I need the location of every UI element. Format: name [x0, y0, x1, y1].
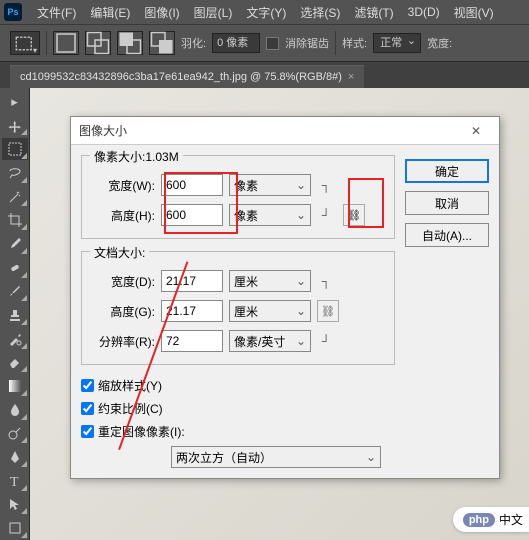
menu-view[interactable]: 视图(V)	[447, 4, 501, 21]
auto-button[interactable]: 自动(A)...	[405, 223, 489, 247]
pixel-dimensions-legend: 像素大小:1.03M	[90, 148, 183, 165]
selection-mode-intersect-icon[interactable]	[149, 31, 175, 55]
feather-input[interactable]: 0 像素	[212, 33, 260, 53]
selection-mode-new-icon[interactable]	[53, 31, 79, 55]
pixel-width-unit-select[interactable]: 像素	[229, 174, 311, 196]
eraser-tool-icon[interactable]	[2, 352, 28, 374]
menu-file[interactable]: 文件(F)	[30, 4, 83, 21]
menu-bar: Ps 文件(F) 编辑(E) 图像(I) 图层(L) 文字(Y) 选择(S) 滤…	[0, 0, 529, 24]
interpolation-select[interactable]: 两次立方（自动）	[171, 446, 381, 468]
type-tool-icon[interactable]: T	[2, 470, 28, 492]
doc-width-unit-select[interactable]: 厘米	[229, 270, 311, 292]
watermark-text: 中文	[499, 511, 523, 528]
style-select[interactable]: 正常	[373, 33, 421, 53]
tab-toggle-icon[interactable]: ▸	[2, 91, 28, 113]
stamp-tool-icon[interactable]	[2, 304, 28, 326]
brush-tool-icon[interactable]	[2, 281, 28, 303]
document-tab-title: cd1099532c83432896c3ba17e61ea942_th.jpg …	[20, 71, 342, 83]
pixel-dimensions-group: 像素大小:1.03M 宽度(W): 像素 ┐ 高度(H): 像素 ┘ ⛓	[81, 155, 395, 239]
eyedropper-tool-icon[interactable]	[2, 233, 28, 255]
resolution-label: 分辨率(R):	[90, 333, 155, 350]
gradient-tool-icon[interactable]	[2, 375, 28, 397]
doc-height-label: 高度(G):	[90, 303, 155, 320]
selection-mode-add-icon[interactable]	[85, 31, 111, 55]
bracket-icon: ┐	[317, 178, 335, 192]
menu-layer[interactable]: 图层(L)	[187, 4, 240, 21]
tool-preset-picker[interactable]	[10, 31, 40, 55]
shape-tool-icon[interactable]	[2, 517, 28, 539]
marquee-tool-icon[interactable]	[2, 138, 28, 160]
dialog-titlebar[interactable]: 图像大小 ✕	[71, 117, 499, 145]
pixel-height-label: 高度(H):	[90, 207, 155, 224]
pixel-height-unit-select[interactable]: 像素	[229, 204, 311, 226]
bracket-icon: ┘	[317, 208, 335, 222]
tools-panel: ▸ T	[0, 88, 30, 540]
pixel-width-input[interactable]	[161, 174, 223, 196]
document-size-group: 文档大小: 宽度(D): 厘米 ┐ 高度(G): 厘米 ⛓ 分辨率(R): 像素…	[81, 251, 395, 365]
php-badge-icon: php	[463, 513, 495, 527]
menu-image[interactable]: 图像(I)	[137, 4, 186, 21]
resolution-input[interactable]	[161, 330, 223, 352]
separator	[46, 31, 47, 55]
scale-styles-checkbox[interactable]	[81, 379, 94, 392]
pixel-height-input[interactable]	[161, 204, 223, 226]
menu-filter[interactable]: 滤镜(T)	[347, 4, 400, 21]
blur-tool-icon[interactable]	[2, 399, 28, 421]
constrain-proportions-checkbox[interactable]	[81, 402, 94, 415]
resample-label: 重定图像像素(I):	[98, 423, 185, 440]
ok-button[interactable]: 确定	[405, 159, 489, 183]
menu-select[interactable]: 选择(S)	[293, 4, 347, 21]
style-label: 样式:	[342, 35, 367, 51]
bracket-icon: ┘	[317, 334, 335, 348]
watermark: php 中文	[453, 507, 529, 532]
document-size-legend: 文档大小:	[90, 244, 149, 261]
svg-text:T: T	[10, 475, 19, 489]
lasso-tool-icon[interactable]	[2, 162, 28, 184]
move-tool-icon[interactable]	[2, 115, 28, 137]
path-selection-tool-icon[interactable]	[2, 494, 28, 516]
antialias-label: 消除锯齿	[285, 35, 329, 51]
cancel-button[interactable]: 取消	[405, 191, 489, 215]
antialias-checkbox[interactable]	[266, 37, 279, 50]
width-label: 宽度:	[427, 35, 452, 51]
pen-tool-icon[interactable]	[2, 446, 28, 468]
history-brush-tool-icon[interactable]	[2, 328, 28, 350]
separator	[335, 31, 336, 55]
resample-checkbox[interactable]	[81, 425, 94, 438]
feather-label: 羽化:	[181, 35, 206, 51]
document-tab-bar: cd1099532c83432896c3ba17e61ea942_th.jpg …	[0, 62, 529, 88]
constrain-proportions-label: 约束比例(C)	[98, 400, 163, 417]
dodge-tool-icon[interactable]	[2, 423, 28, 445]
scale-styles-label: 缩放样式(Y)	[98, 377, 162, 394]
crop-tool-icon[interactable]	[2, 209, 28, 231]
menu-3d[interactable]: 3D(D)	[401, 5, 447, 19]
close-icon[interactable]: ×	[348, 71, 354, 83]
selection-mode-subtract-icon[interactable]	[117, 31, 143, 55]
image-size-dialog: 图像大小 ✕ 像素大小:1.03M 宽度(W): 像素 ┐ 高度(H): 像素 …	[70, 116, 500, 479]
pixel-width-label: 宽度(W):	[90, 177, 155, 194]
menu-edit[interactable]: 编辑(E)	[83, 4, 137, 21]
menu-type[interactable]: 文字(Y)	[239, 4, 293, 21]
options-bar: 羽化: 0 像素 消除锯齿 样式: 正常 宽度:	[0, 24, 529, 62]
resolution-unit-select[interactable]: 像素/英寸	[229, 330, 311, 352]
bracket-icon: ┐	[317, 274, 335, 288]
doc-width-input[interactable]	[161, 270, 223, 292]
close-icon[interactable]: ✕	[461, 121, 491, 141]
doc-height-unit-select[interactable]: 厘米	[229, 300, 311, 322]
link-icon[interactable]: ⛓	[317, 300, 339, 322]
doc-width-label: 宽度(D):	[90, 273, 155, 290]
document-tab[interactable]: cd1099532c83432896c3ba17e61ea942_th.jpg …	[10, 65, 364, 88]
doc-height-input[interactable]	[161, 300, 223, 322]
app-logo-icon: Ps	[4, 3, 22, 21]
healing-tool-icon[interactable]	[2, 257, 28, 279]
magic-wand-tool-icon[interactable]	[2, 186, 28, 208]
dialog-title: 图像大小	[79, 122, 461, 139]
constrain-link-icon[interactable]: ⛓	[343, 204, 365, 226]
